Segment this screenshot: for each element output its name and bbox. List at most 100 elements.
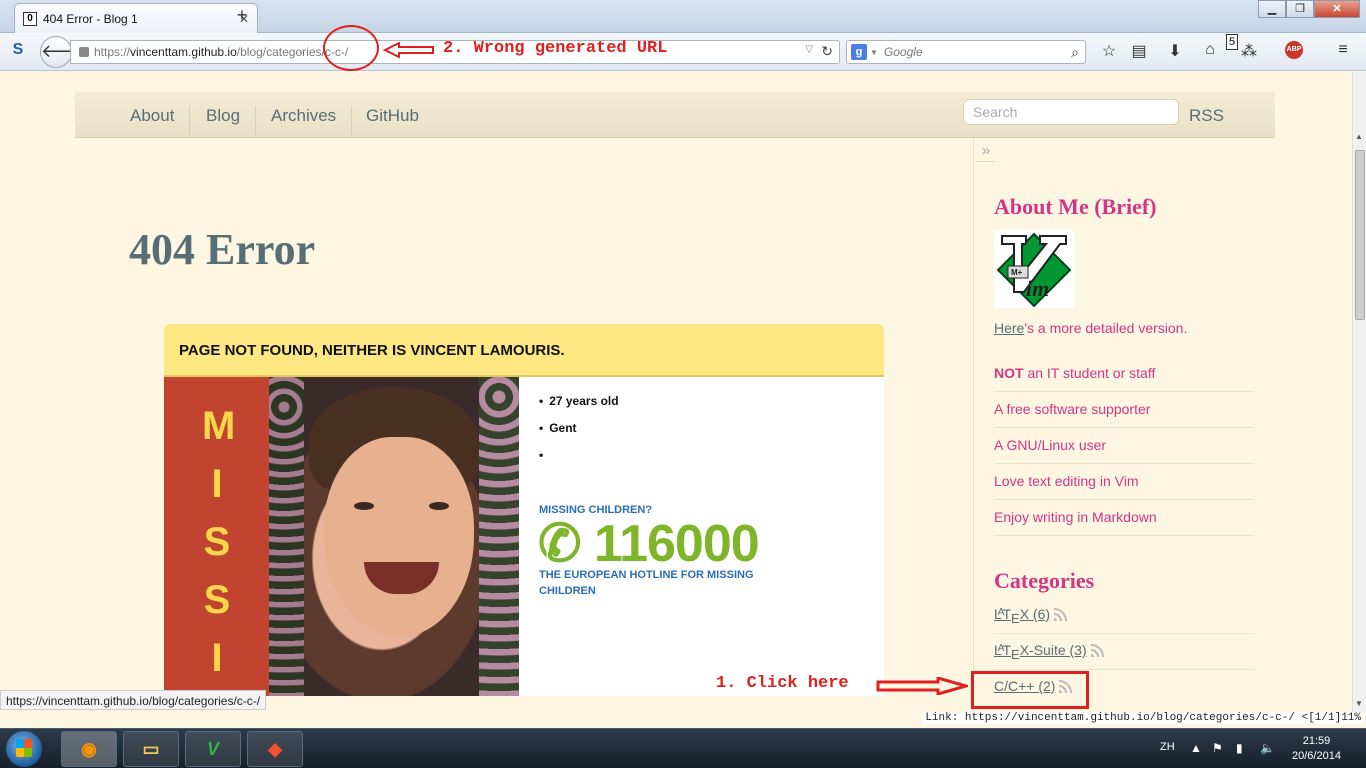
categories-heading: Categories bbox=[994, 568, 1095, 593]
fact-empty bbox=[539, 448, 619, 461]
clock-date: 20/6/2014 bbox=[1292, 750, 1341, 762]
scroll-thumb[interactable] bbox=[1355, 150, 1365, 320]
explorer-task-icon[interactable]: ▭ bbox=[123, 731, 179, 767]
volume-icon[interactable]: 🔈 bbox=[1260, 741, 1275, 755]
vim-logo-icon: M+ im bbox=[994, 230, 1074, 308]
nav-blog[interactable]: Blog bbox=[191, 106, 257, 138]
fact-city: Gent bbox=[539, 421, 619, 435]
band-letter: M bbox=[202, 404, 236, 448]
minimize-icon[interactable]: ▁ bbox=[1258, 0, 1286, 18]
nav-github[interactable]: GitHub bbox=[351, 106, 434, 138]
new-tab-icon[interactable]: + bbox=[232, 5, 252, 26]
network-addon-icon[interactable]: ⁂ bbox=[1238, 41, 1260, 61]
ime-indicator[interactable]: ZH bbox=[1160, 741, 1175, 753]
category-link[interactable]: LATEX (6) bbox=[994, 606, 1050, 626]
url-prefix: https:// bbox=[94, 45, 131, 59]
click-here-annotation: 1. Click here bbox=[716, 674, 849, 693]
google-icon[interactable]: g bbox=[851, 44, 867, 60]
list-item: Love text editing in Vim bbox=[994, 464, 1254, 500]
svg-text:M+: M+ bbox=[1011, 268, 1023, 277]
url-dropdown-icon[interactable]: ▽ bbox=[805, 44, 813, 55]
list-item: NOT an IT student or staff bbox=[994, 356, 1254, 392]
bookmarks-list-icon[interactable]: ▤ bbox=[1128, 41, 1150, 61]
collapse-sidebar-icon[interactable]: » bbox=[977, 142, 995, 162]
firefox-task-icon[interactable]: ◉ bbox=[61, 731, 117, 767]
adblock-icon[interactable]: ABP bbox=[1285, 41, 1303, 59]
page-title: 404 Error bbox=[129, 225, 316, 274]
navigation-toolbar: S 🡐 https://vincenttam.github.io/blog/ca… bbox=[0, 33, 1366, 71]
band-letter: S bbox=[203, 520, 231, 564]
clock[interactable]: 21:59 20/6/2014 bbox=[1292, 734, 1341, 764]
band-letter: S bbox=[203, 578, 231, 622]
fact-age: 27 years old bbox=[539, 394, 618, 408]
power-icon[interactable]: ▮ bbox=[1236, 741, 1243, 755]
click-target-highlight bbox=[971, 671, 1089, 709]
band-letter: I bbox=[211, 636, 223, 680]
phone-icon: ✆ bbox=[538, 515, 582, 573]
search-bar[interactable]: g ▼ Google ⌕ bbox=[846, 40, 1086, 64]
gvim-task-icon[interactable]: V bbox=[185, 731, 241, 767]
menu-icon[interactable]: ≡ bbox=[1332, 41, 1354, 59]
s-addon-icon[interactable]: S bbox=[8, 41, 28, 61]
close-window-icon[interactable]: ✕ bbox=[1314, 0, 1360, 18]
right-arrow-icon bbox=[876, 677, 968, 695]
hotline-number: ✆ 116000 bbox=[538, 514, 760, 574]
tab-bar: 0 404 Error - Blog 1 ✕ + ▁ ❐ ✕ bbox=[0, 0, 1366, 33]
card-heading: PAGE NOT FOUND, NEITHER IS VINCENT LAMOU… bbox=[164, 324, 884, 377]
reload-icon[interactable]: ↻ bbox=[821, 43, 833, 60]
browser-tab[interactable]: 0 404 Error - Blog 1 ✕ bbox=[14, 3, 258, 33]
start-button[interactable] bbox=[6, 731, 42, 767]
site-search-input[interactable]: Search bbox=[963, 99, 1179, 125]
here-link[interactable]: Here bbox=[994, 320, 1024, 336]
maximize-icon[interactable]: ❐ bbox=[1286, 0, 1314, 18]
rss-link[interactable]: RSS bbox=[1189, 106, 1224, 126]
engine-dropdown-icon[interactable]: ▼ bbox=[870, 48, 878, 57]
hotline-description: THE EUROPEAN HOTLINE FOR MISSING CHILDRE… bbox=[539, 569, 754, 597]
git-task-icon[interactable]: ◆ bbox=[247, 731, 303, 767]
category-link[interactable]: LATEX-Suite (3) bbox=[994, 642, 1087, 662]
missing-person-card: PAGE NOT FOUND, NEITHER IS VINCENT LAMOU… bbox=[164, 324, 884, 696]
scroll-up-icon[interactable]: ▲ bbox=[1355, 132, 1363, 141]
tab-favicon-icon: 0 bbox=[23, 11, 37, 26]
rss-icon[interactable] bbox=[1054, 607, 1069, 621]
url-annotation-circle bbox=[323, 25, 379, 71]
tray-expand-icon[interactable]: ▲ bbox=[1190, 741, 1202, 755]
lock-icon bbox=[79, 47, 89, 57]
windows-taskbar: ◉ ▭ V ◆ ZH ▲ ⚑ ▮ 🔈 21:59 20/6/2014 bbox=[0, 728, 1366, 768]
person-facts: 27 years old Gent bbox=[539, 394, 619, 475]
svg-text:im: im bbox=[1026, 276, 1049, 301]
missing-band: M I S S I N bbox=[164, 377, 269, 696]
scroll-down-icon[interactable]: ▼ bbox=[1355, 699, 1363, 708]
list-item: Enjoy writing in Markdown bbox=[994, 500, 1254, 536]
hotline-number-text: 116000 bbox=[594, 515, 760, 573]
rss-icon[interactable] bbox=[1090, 643, 1105, 657]
page-scrollbar[interactable]: ▲ ▼ bbox=[1352, 72, 1366, 712]
left-arrow-icon bbox=[383, 42, 434, 58]
tab-title: 404 Error - Blog 1 bbox=[43, 11, 138, 26]
about-heading: About Me (Brief) bbox=[994, 194, 1157, 219]
about-list: NOT an IT student or staff A free softwa… bbox=[994, 356, 1254, 536]
category-latex-suite[interactable]: LATEX-Suite (3) bbox=[994, 634, 1254, 670]
nav-about[interactable]: About bbox=[115, 106, 191, 138]
downloads-badge: 5 bbox=[1226, 34, 1238, 50]
list-item: A free software supporter bbox=[994, 392, 1254, 428]
sidebar: » About Me (Brief) M+ im Here's a more d… bbox=[973, 138, 1275, 696]
main-content: 404 Error PAGE NOT FOUND, NEITHER IS VIN… bbox=[75, 138, 973, 696]
detailed-version-text: Here's a more detailed version. bbox=[994, 320, 1187, 336]
action-center-icon[interactable]: ⚑ bbox=[1212, 741, 1223, 755]
search-go-icon[interactable]: ⌕ bbox=[1071, 44, 1079, 61]
download-icon[interactable]: ⬇ bbox=[1164, 41, 1186, 61]
missing-person-photo bbox=[269, 377, 519, 696]
here-rest: 's a more detailed version. bbox=[1024, 320, 1188, 336]
bookmark-star-icon[interactable]: ☆ bbox=[1098, 41, 1120, 61]
url-host: vincenttam.github.io bbox=[130, 45, 237, 59]
nav-archives[interactable]: Archives bbox=[256, 106, 353, 138]
wrong-url-annotation: 2. Wrong generated URL bbox=[443, 39, 668, 58]
category-latex[interactable]: LATEX (6) bbox=[994, 598, 1254, 634]
windows-logo-icon bbox=[16, 739, 32, 757]
vimperator-status: Link: https://vincenttam.github.io/blog/… bbox=[922, 712, 1364, 724]
web-page: About Blog Archives GitHub Search RSS 40… bbox=[0, 72, 1352, 696]
home-icon[interactable]: ⌂ bbox=[1199, 41, 1221, 59]
back-button[interactable]: 🡐 bbox=[40, 36, 89, 68]
window-controls: ▁ ❐ ✕ bbox=[1258, 0, 1360, 18]
